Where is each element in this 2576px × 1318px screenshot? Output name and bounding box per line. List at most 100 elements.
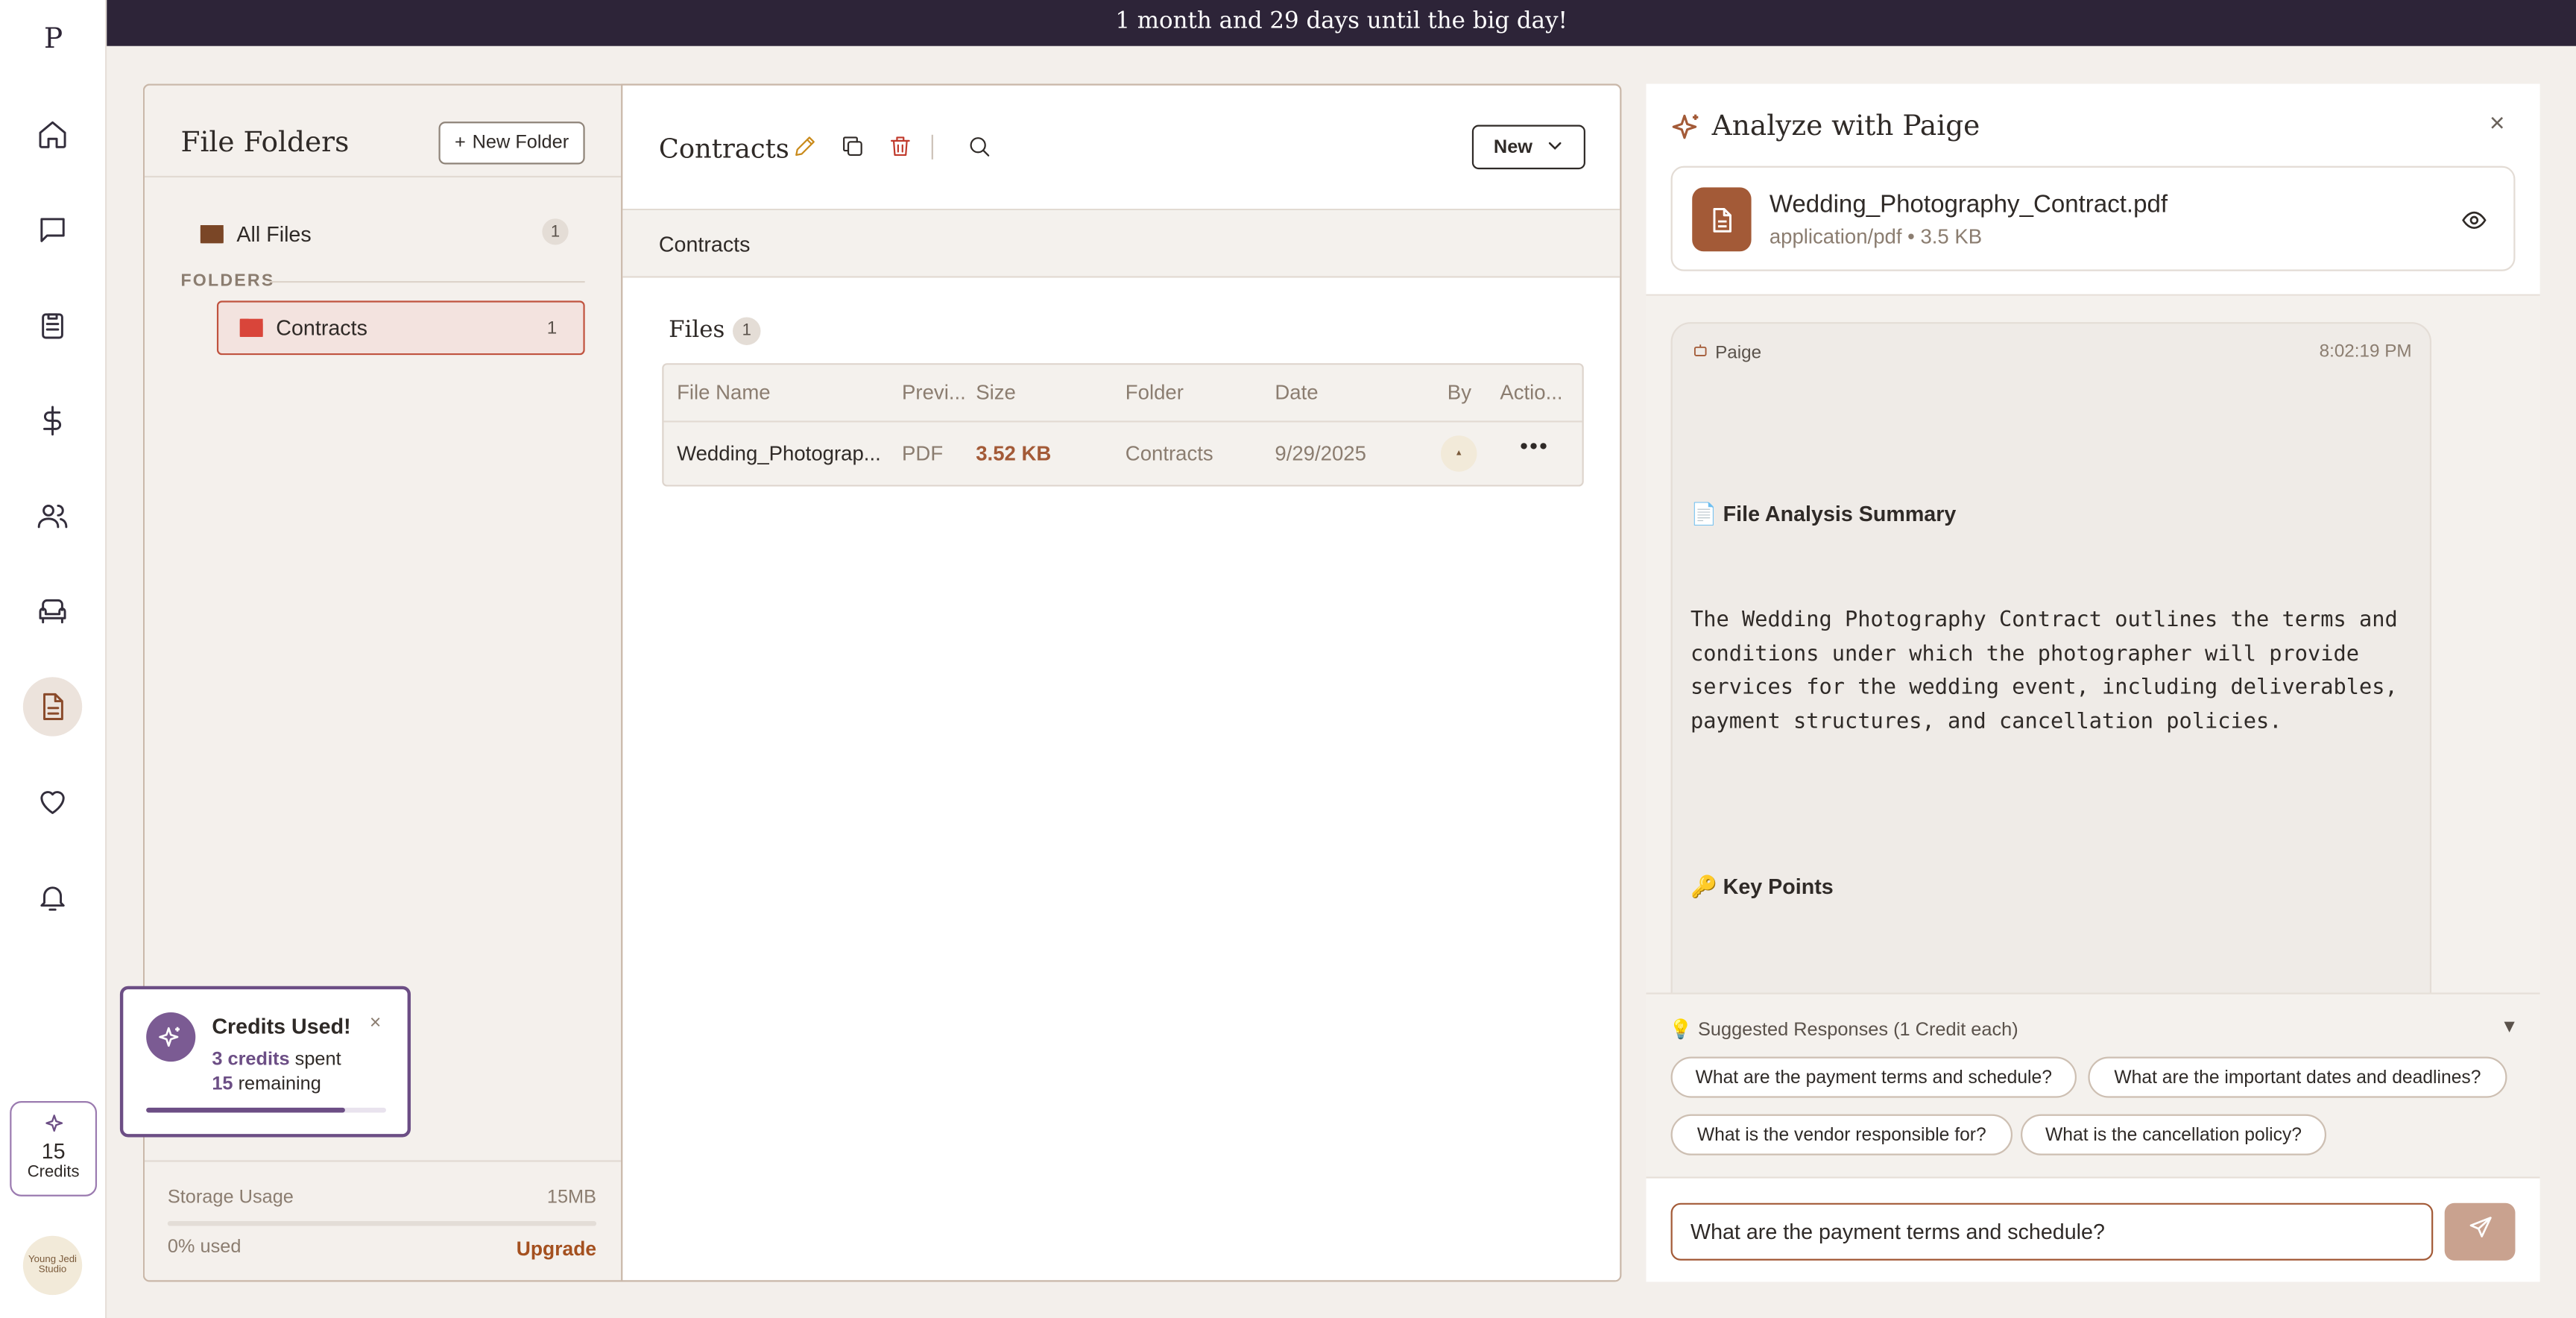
upgrade-link[interactable]: Upgrade	[517, 1237, 596, 1261]
message-time: 8:02:19 PM	[2319, 341, 2412, 362]
folders-title: File Folders	[180, 126, 350, 160]
table-row[interactable]: Wedding_Photograp... PDF 3.52 KB Contrac…	[663, 422, 1582, 485]
new-button-label: New	[1493, 137, 1533, 157]
folder-label: Contracts	[276, 315, 367, 341]
suggested-title: 💡 Suggested Responses (1 Credit each)	[1669, 1020, 2018, 1041]
folder-icon	[239, 318, 263, 337]
remaining-suffix: remaining	[233, 1074, 321, 1095]
close-icon[interactable]: ×	[2484, 111, 2510, 138]
bell-icon[interactable]	[23, 868, 82, 927]
assistant-message: Paige 8:02:19 PM 📄 File Analysis Summary…	[1670, 322, 2432, 993]
all-files-label: All Files	[236, 221, 312, 246]
eye-icon[interactable]	[2461, 207, 2487, 242]
send-icon	[2466, 1214, 2493, 1249]
sidebar-item-contracts[interactable]: Contracts 1	[216, 300, 585, 356]
files-toolbar: Contracts New	[622, 86, 1620, 211]
credits-label: Credits	[27, 1163, 80, 1182]
column-header-folder[interactable]: Folder	[1126, 381, 1184, 404]
column-header-size[interactable]: Size	[976, 381, 1016, 404]
messages-icon[interactable]	[23, 201, 82, 259]
toast-title: Credits Used!	[212, 1014, 351, 1039]
column-header-preview[interactable]: Previ...	[902, 381, 966, 404]
spent-suffix: spent	[289, 1050, 341, 1071]
suggestion-chip[interactable]: What is the cancellation policy?	[2021, 1114, 2327, 1155]
storage-progress-bar	[167, 1220, 597, 1226]
column-header-date[interactable]: Date	[1275, 381, 1318, 404]
key-points-title: 🔑 Key Points	[1690, 874, 1834, 899]
copy-icon[interactable]	[839, 133, 869, 163]
spent-value: 3 credits	[212, 1050, 290, 1071]
storage-used: 0% used	[167, 1237, 242, 1258]
remaining-value: 15	[212, 1074, 233, 1095]
folder-count: 1	[546, 318, 558, 339]
sidebar-item-all-files[interactable]: All Files 1	[200, 214, 569, 253]
files-table: File Name Previ... Size Folder Date By A…	[662, 363, 1584, 487]
toolbar-divider	[931, 134, 933, 160]
toast-spent: 3 credits spent	[212, 1050, 341, 1070]
files-count-badge: 1	[733, 317, 761, 345]
chevron-down-icon	[1546, 136, 1564, 159]
folders-section-label: FOLDERS	[180, 271, 275, 291]
preview-cell: PDF	[902, 442, 944, 465]
folder-title: Contracts	[658, 133, 789, 165]
suggested-responses: 💡 Suggested Responses (1 Credit each) ▼ …	[1646, 992, 2540, 1177]
avatar[interactable]: Young Jedi Studio	[22, 1235, 83, 1296]
credits-count: 15	[41, 1138, 66, 1164]
file-name: Wedding_Photography_Contract.pdf	[1769, 190, 2168, 219]
storage-capacity: 15MB	[546, 1188, 597, 1208]
credits-toast: Credits Used! × 3 credits spent 15 remai…	[119, 986, 411, 1138]
credits-widget[interactable]: 15 Credits	[10, 1101, 98, 1196]
nav-rail: P 15 Credits Young Jedi Studio	[0, 0, 107, 1318]
folders-header: File Folders + New Folder	[144, 86, 622, 178]
storage-label: Storage Usage	[167, 1188, 294, 1208]
column-header-by[interactable]: By	[1448, 381, 1471, 404]
heart-icon[interactable]	[23, 772, 82, 831]
uploader-avatar: ▲	[1440, 435, 1477, 472]
chat-input-area	[1646, 1176, 2540, 1282]
column-header-file-name[interactable]: File Name	[677, 381, 771, 404]
search-icon[interactable]	[966, 133, 996, 163]
suggestion-chip[interactable]: What are the payment terms and schedule?	[1670, 1056, 2077, 1098]
size-cell: 3.52 KB	[976, 442, 1052, 465]
app-logo[interactable]: P	[0, 23, 107, 56]
home-icon[interactable]	[23, 105, 82, 164]
send-button[interactable]	[2444, 1202, 2516, 1261]
sparkle-icon	[1671, 112, 1704, 153]
file-name-cell[interactable]: Wedding_Photograp...	[677, 442, 881, 465]
chat-area[interactable]: Paige 8:02:19 PM 📄 File Analysis Summary…	[1646, 295, 2540, 993]
seating-icon[interactable]	[23, 581, 82, 640]
sparkle-icon	[11, 1112, 95, 1135]
storage-usage: Storage Usage 15MB 0% used Upgrade	[144, 1160, 622, 1281]
plus-icon: +	[454, 133, 466, 154]
message-sender: Paige	[1692, 342, 1761, 364]
summary-body: The Wedding Photography Contract outline…	[1690, 608, 2398, 734]
files-panel: Contracts New Contracts Files 1 File Nam…	[621, 83, 1622, 1282]
trash-icon[interactable]	[887, 133, 917, 163]
date-cell: 9/29/2025	[1275, 442, 1366, 465]
column-header-actions[interactable]: Actio...	[1500, 381, 1562, 404]
chat-input[interactable]	[1670, 1202, 2434, 1261]
all-files-count: 1	[542, 218, 569, 245]
toast-remaining: 15 remaining	[212, 1075, 321, 1094]
summary-title: 📄 File Analysis Summary	[1690, 501, 1957, 526]
analyze-title: Analyze with Paige	[1711, 110, 1980, 143]
file-card: Wedding_Photography_Contract.pdf applica…	[1670, 165, 2516, 271]
new-folder-button[interactable]: + New Folder	[438, 122, 585, 165]
new-button[interactable]: New	[1471, 124, 1585, 170]
file-meta: application/pdf • 3.5 KB	[1769, 225, 1983, 248]
guests-icon[interactable]	[23, 487, 82, 546]
analyze-panel: Analyze with Paige × Wedding_Photography…	[1646, 83, 2540, 1282]
avatar-text: Young Jedi Studio	[28, 1255, 78, 1276]
files-icon[interactable]	[22, 677, 83, 737]
sender-name: Paige	[1715, 342, 1762, 363]
clipboard-icon[interactable]	[23, 296, 82, 355]
pencil-icon[interactable]	[792, 133, 821, 163]
breadcrumb-item[interactable]: Contracts	[659, 232, 751, 256]
new-folder-label: New Folder	[472, 133, 569, 154]
dollar-icon[interactable]	[23, 391, 82, 450]
suggestion-chip[interactable]: What is the vendor responsible for?	[1670, 1114, 2013, 1155]
close-icon[interactable]: ×	[370, 1011, 381, 1034]
more-actions-icon[interactable]: •••	[1520, 432, 1550, 465]
suggestion-chip[interactable]: What are the important dates and deadlin…	[2088, 1056, 2507, 1098]
collapse-toggle-icon[interactable]: ▼	[2501, 1018, 2519, 1037]
